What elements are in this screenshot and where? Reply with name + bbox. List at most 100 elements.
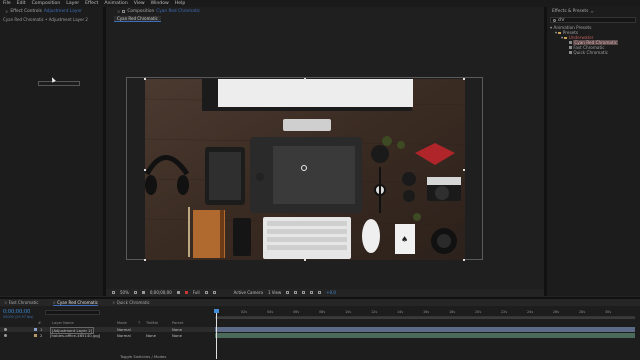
chevron-down-icon: ▾ [561,35,564,40]
menu-effect[interactable]: Effect [85,1,98,6]
preset-icon [569,46,572,49]
handle-ml[interactable] [144,169,146,171]
tab-label: Quick Chromatic [116,300,150,305]
tick-label: 24s [527,310,534,314]
grid-icon[interactable] [133,291,137,294]
timeline-tab-quick-chromatic[interactable]: × Quick Chromatic [112,300,150,305]
view-dropdown[interactable]: 1 View [268,290,281,295]
layer-mode[interactable]: Normal [117,333,131,338]
eye-icon[interactable] [4,328,7,331]
menu-view[interactable]: View [134,1,145,6]
camera-icon[interactable] [141,291,145,294]
folder-icon [558,32,562,34]
toggle-icon-5[interactable] [318,291,322,294]
tab-effects-presets-label: Effects & Presets [552,8,589,14]
magnification-icon[interactable] [112,291,115,294]
layer-number: 1 [40,327,43,332]
playhead-icon[interactable] [214,309,219,313]
toggle-icon-4[interactable] [310,291,314,294]
work-area-bar[interactable] [215,317,635,319]
menu-composition[interactable]: Composition [32,1,61,6]
handle-mr[interactable] [463,169,465,171]
monitor-stand [283,119,331,131]
transparency-icon[interactable] [212,291,216,294]
effects-search-box[interactable]: chr [550,17,636,23]
layer-bar-photo[interactable] [215,333,635,338]
handle-bl[interactable] [144,259,146,261]
layer-trkmat[interactable]: None [146,333,156,338]
layer-color-label[interactable] [34,328,37,331]
monitor-screen [218,79,413,107]
mouse [362,219,380,253]
tick-label: 12s [371,310,378,314]
zoom-dropdown[interactable]: 50% [120,290,129,295]
close-icon[interactable]: × [5,9,8,14]
effect-controls-breadcrumb: Cyan Red Chromatic • Adjustment Layer 2 [3,17,88,22]
effects-presets-panel: Effects & Presets ≡ chr ▾ Animation Pres… [547,7,640,296]
handle-bc[interactable] [304,259,306,261]
timeline-tab-fast-chromatic[interactable]: × Fast Chromatic [4,300,39,305]
layer-mode[interactable]: Normal [117,327,131,332]
menu-edit[interactable]: Edit [17,1,26,6]
tick-label: 04s [267,310,274,314]
layer-parent[interactable]: None [172,327,182,332]
comp-name-chip[interactable]: Cyan Red Chromatic [114,16,161,22]
effect-controls-field[interactable] [38,81,80,86]
tree-item-quick-chromatic[interactable]: Quick Chromatic [569,50,608,55]
tab-composition[interactable]: × Composition Cyan Red Chromatic [114,8,203,14]
layer-color-label[interactable] [34,334,37,337]
close-icon[interactable]: × [117,9,120,14]
tick-label: 14s [397,310,404,314]
menu-help[interactable]: Help [175,1,185,6]
color-channel-icon[interactable] [184,291,188,294]
tree-item-label: Quick Chromatic [573,50,609,55]
table-row[interactable]: 2 [hobies-office-465140.jpg] Normal None… [0,333,215,338]
resolution-dropdown[interactable]: Full [193,290,200,295]
col-num: # [38,321,42,325]
search-icon [553,18,556,22]
anchor-point-icon[interactable] [301,165,307,171]
menu-window[interactable]: Window [151,1,169,6]
tick-label: 30s [605,310,612,314]
tick-label: 02s [241,310,248,314]
menu-file[interactable]: File [3,1,11,6]
timeline-fps: 00000 (29.97 fps) [3,315,34,319]
tick-label: 10s [345,310,352,314]
handle-br[interactable] [463,259,465,261]
timeline-panel: × Fast Chromatic × Cyan Red Chromatic × … [0,297,640,360]
layer-parent[interactable]: None [172,333,182,338]
menu-layer[interactable]: Layer [66,1,79,6]
preset-icon [569,41,572,44]
handle-tr[interactable] [463,78,465,80]
toggle-icon-3[interactable] [302,291,306,294]
snapshot-icon[interactable] [176,291,180,294]
menu-animation[interactable]: Animation [104,1,127,6]
timeline-footer[interactable]: Toggle Switches / Modes [120,354,166,359]
tab-effect-controls-layer: Adjustment Layer [43,8,82,14]
current-time-indicator[interactable] [216,309,217,359]
timeline-tabs: × Fast Chromatic × Cyan Red Chromatic × … [0,299,640,306]
exposure-value[interactable]: +0.0 [326,290,336,295]
comp-footer: 50% 0;00;00;00 Full Active Camera 1 View… [106,289,544,296]
handle-tl[interactable] [144,78,146,80]
layer-column-headers: # Layer Name Mode T TrkMat Parent [0,321,215,326]
timeline-tab-cyan-red-chromatic[interactable]: × Cyan Red Chromatic [52,300,98,306]
tab-effect-controls[interactable]: × Effect Controls Adjustment Layer [2,8,85,14]
timeline-search[interactable] [45,310,100,315]
handle-tc[interactable] [304,78,306,80]
region-icon[interactable] [204,291,208,294]
comp-timecode[interactable]: 0;00;00;00 [150,290,172,295]
menu-icon[interactable]: ≡ [590,9,593,14]
layer-name[interactable]: [hobies-office-465140.jpg] [50,333,100,338]
toggle-icon-1[interactable] [286,291,290,294]
table-row[interactable]: 1 [Adjustment Layer 2] Normal None [0,327,215,334]
camera-dropdown[interactable]: Active Camera [234,290,263,295]
preset-icon [569,51,572,54]
toggle-icon-2[interactable] [294,291,298,294]
lock-icon [122,9,126,13]
layer-bar-adjustment[interactable] [215,327,635,332]
tick-label: 18s [449,310,456,314]
layer-number: 2 [40,333,43,338]
eye-icon[interactable] [4,334,7,337]
tab-effects-presets[interactable]: Effects & Presets ≡ [549,8,597,14]
